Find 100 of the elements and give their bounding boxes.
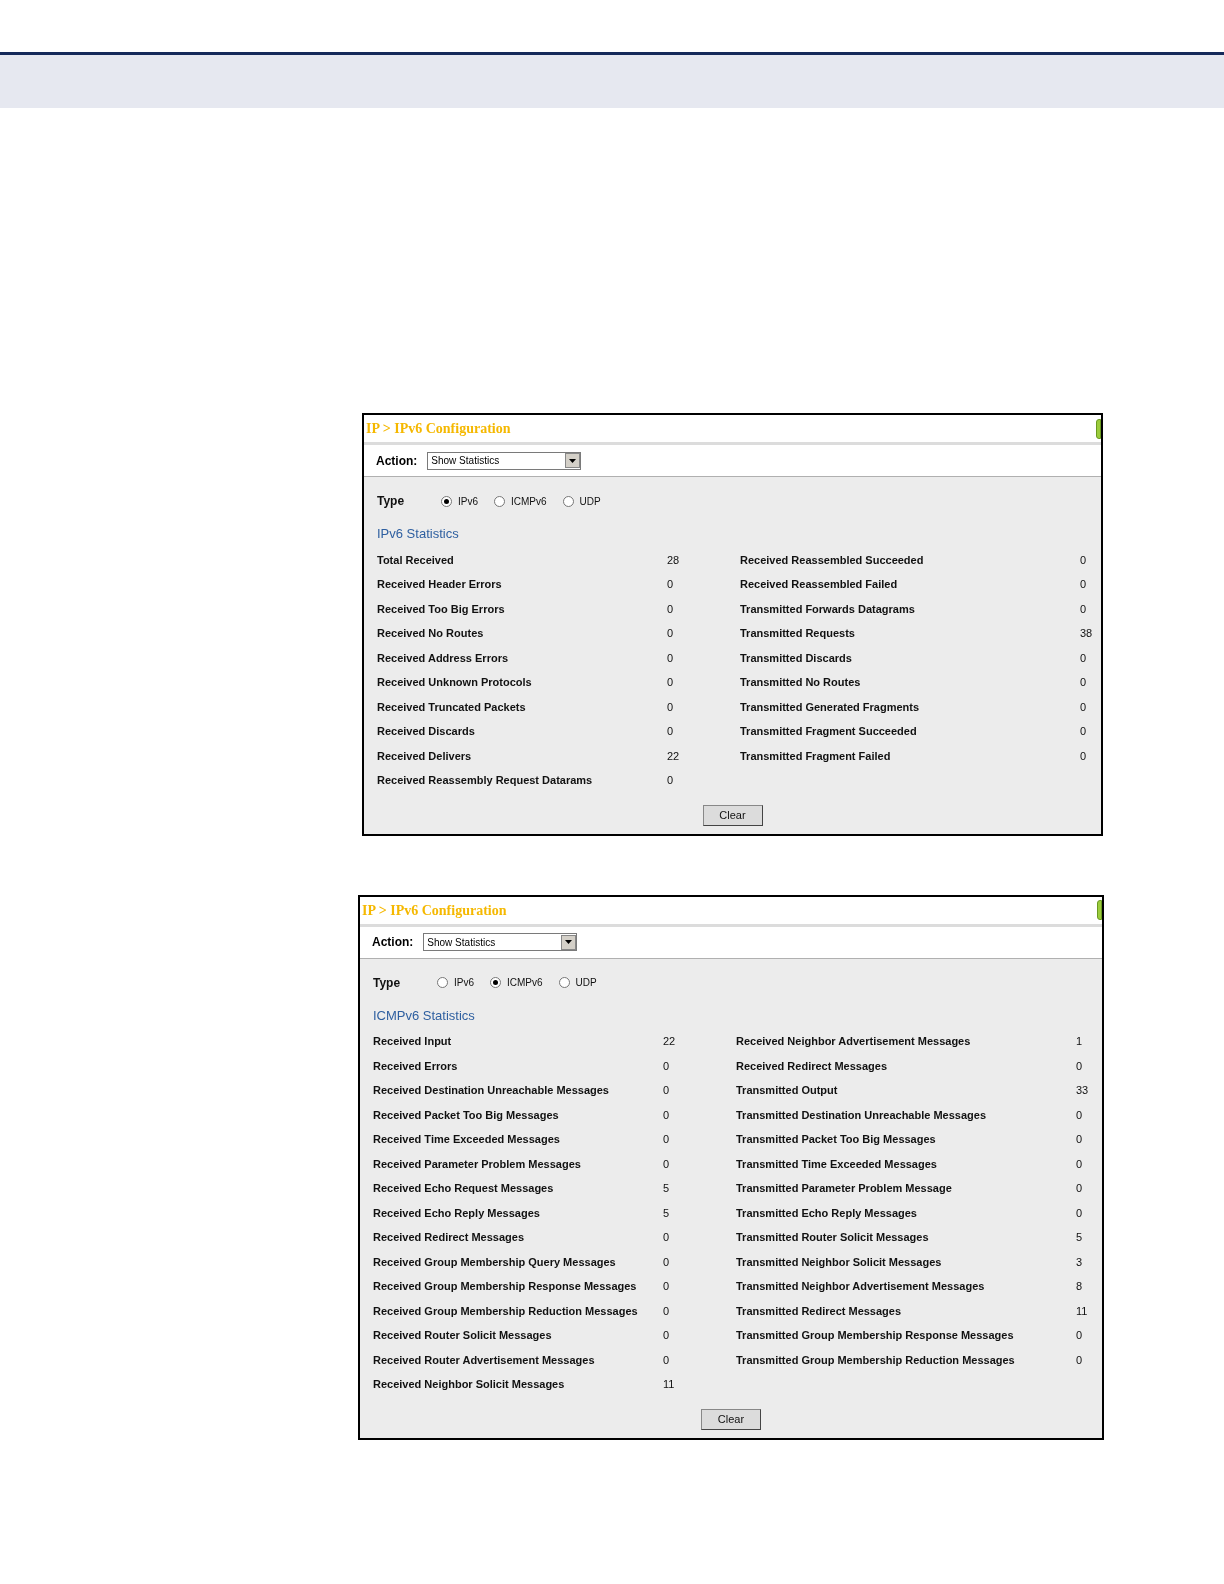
stat-label: Received Errors [373,1058,458,1074]
stat-label: Transmitted Time Exceeded Messages [736,1156,937,1172]
stat-label: Received Group Membership Response Messages [373,1279,637,1294]
stat-label: Transmitted Group Membership Response Messages [736,1328,1014,1343]
type-label: Type [373,974,402,992]
stat-label: Received Too Big Errors [377,601,505,617]
stat-value: 0 [1080,552,1087,568]
stat-value: 0 [1080,699,1087,715]
stat-value: 5 [663,1205,670,1221]
stat-value: 0 [663,1254,670,1270]
type-radio[interactable]: UDP [562,493,601,509]
edge-tab-icon [1097,900,1102,920]
stat-value: 0 [1080,724,1087,739]
type-label: Type [377,493,406,510]
action-dropdown[interactable]: Show Statistics [423,933,578,951]
stat-label: Received Parameter Problem Messages [373,1156,581,1172]
stat-label: Transmitted No Routes [740,675,861,690]
stat-value: 5 [663,1181,670,1196]
stat-value: 0 [663,1328,670,1343]
stat-label: Received Reassembled Failed [740,577,898,592]
stat-label: Transmitted Router Solicit Messages [736,1230,929,1245]
stat-value: 0 [667,699,674,715]
stat-label: Received No Routes [377,626,484,641]
stat-value: 0 [667,626,674,641]
stat-label: Received Group Membership Reduction Messages [373,1303,638,1319]
type-radio[interactable]: IPv6 [437,975,474,990]
stat-value: 22 [667,748,680,764]
stat-value: 0 [1080,601,1087,617]
type-radio[interactable]: UDP [558,975,597,990]
stat-label: Transmitted Fragment Succeeded [740,724,917,739]
stat-value: 0 [1080,675,1087,690]
stat-value: 0 [1076,1205,1083,1221]
stat-label: Transmitted Neighbor Advertisement Messages [736,1279,985,1294]
stat-value: 5 [1076,1230,1083,1245]
stat-value: 0 [663,1352,670,1368]
stat-label: Received Destination Unreachable Messages [373,1083,609,1098]
stat-value: 0 [1080,650,1087,666]
stat-value: 0 [667,650,674,666]
stat-label: Received Header Errors [377,577,502,592]
section-title: ICMPv6 Statistics [373,1007,475,1023]
stat-label: Received Router Advertisement Messages [373,1352,595,1368]
stat-value: 0 [1080,577,1087,592]
stat-label: Transmitted Packet Too Big Messages [736,1132,936,1147]
stat-value: 0 [1080,748,1087,764]
page-title: IP > IPv6 Configuration [362,901,507,920]
stat-value: 0 [1076,1352,1083,1368]
stat-label: Transmitted Parameter Problem Message [736,1181,952,1196]
stat-label: Received Echo Reply Messages [373,1205,540,1221]
stat-value: 38 [1080,626,1093,641]
stat-value: 0 [663,1107,670,1123]
type-radio[interactable]: IPv6 [441,493,478,509]
stat-value: 0 [667,577,674,592]
clear-button[interactable]: Clear [702,804,763,826]
stat-label: Received Packet Too Big Messages [373,1107,559,1123]
stat-value: 0 [667,601,674,617]
stat-label: Transmitted Requests [740,626,855,641]
stat-label: Received Time Exceeded Messages [373,1132,560,1147]
stat-label: Received Echo Request Messages [373,1181,554,1196]
clear-button[interactable]: Clear [701,1408,761,1430]
action-label: Action: [372,934,414,951]
stat-label: Received Address Errors [377,650,509,666]
stat-label: Received Router Solicit Messages [373,1328,552,1343]
stat-label: Received Reassembly Request Datarams [377,773,593,788]
stat-label: Transmitted Echo Reply Messages [736,1205,917,1221]
type-radio[interactable]: ICMPv6 [494,493,547,509]
stat-value: 3 [1076,1254,1083,1270]
stat-value: 0 [1076,1058,1083,1074]
stat-label: Received Discards [377,724,475,739]
stat-label: Received Neighbor Solicit Messages [373,1377,565,1392]
stat-value: 0 [1076,1328,1083,1343]
stat-label: Transmitted Forwards Datagrams [740,601,915,617]
stat-value: 8 [1076,1279,1083,1294]
stat-label: Received Redirect Messages [373,1230,525,1245]
stat-label: Transmitted Fragment Failed [740,748,891,764]
action-dropdown[interactable]: Show Statistics [427,451,582,470]
stat-value: 0 [667,724,674,739]
stat-label: Transmitted Group Membership Reduction Messages [736,1352,1015,1368]
stat-value: 1 [1076,1034,1083,1049]
stat-label: Received Input [373,1034,452,1049]
stat-label: Received Unknown Protocols [377,675,532,690]
stat-label: Received Delivers [377,748,472,764]
stat-value: 0 [663,1058,670,1074]
stat-value: 33 [1076,1083,1089,1098]
stat-label: Received Group Membership Query Messages [373,1254,616,1270]
stat-label: Transmitted Generated Fragments [740,699,920,715]
stat-label: Received Reassembled Succeeded [740,552,924,568]
stat-value: 0 [1076,1132,1083,1147]
stat-label: Transmitted Discards [740,650,852,666]
stat-value: 0 [663,1156,670,1172]
type-radio[interactable]: ICMPv6 [490,975,543,990]
stat-label: Transmitted Redirect Messages [736,1303,902,1319]
stat-value: 11 [1076,1303,1088,1319]
stat-value: 0 [1076,1156,1083,1172]
stat-label: Received Neighbor Advertisement Messages [736,1034,971,1049]
action-label: Action: [376,452,418,470]
stat-value: 0 [663,1230,670,1245]
stat-value: 22 [663,1034,676,1049]
edge-tab-icon [1096,418,1101,439]
stat-value: 0 [1076,1181,1083,1196]
stat-value: 0 [663,1303,670,1319]
